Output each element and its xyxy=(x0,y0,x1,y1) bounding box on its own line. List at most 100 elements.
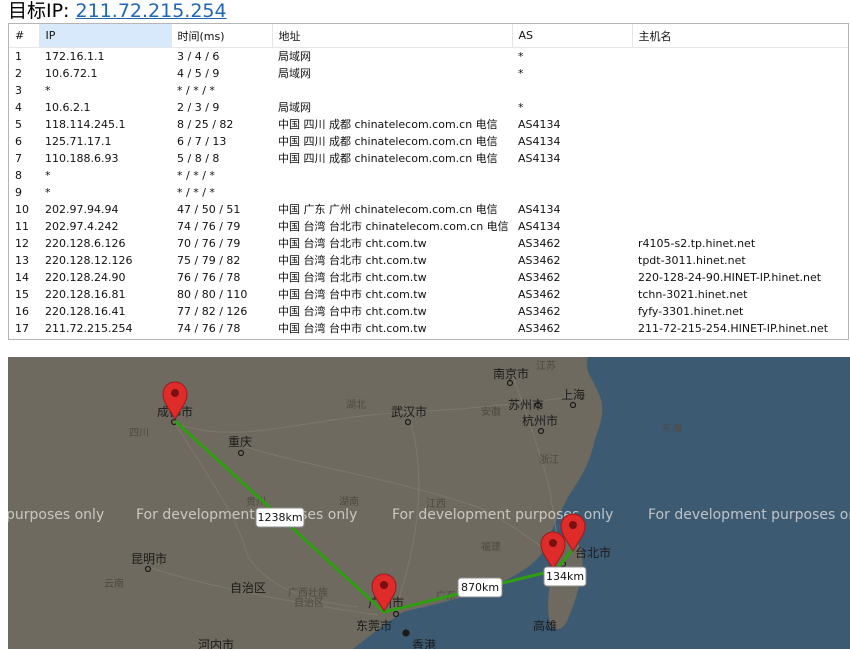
hop-address-cell xyxy=(272,82,512,99)
hop-address-cell: 中国 四川 成都 chinatelecom.com.cn 电信 xyxy=(278,118,498,131)
table-row[interactable]: 6 125.71.17.1 6 / 7 / 13 中国 四川 成都 chinatele… xyxy=(9,133,848,150)
table-row[interactable]: 8 * * / * / * xyxy=(9,167,848,184)
hop-as-cell: AS4134 xyxy=(518,220,561,233)
column-header-as[interactable]: AS xyxy=(512,24,633,48)
hop-address-cell xyxy=(272,167,512,184)
hop-number-cell: 16 xyxy=(15,305,29,318)
hop-ip-cell: 220.128.16.81 xyxy=(45,288,126,301)
hop-hostname-cell: fyfy-3301.hinet.net xyxy=(638,305,744,318)
column-header-time[interactable]: 时间(ms) xyxy=(171,24,273,48)
svg-text:134km: 134km xyxy=(546,570,584,583)
hop-ip-cell: 220.128.16.41 xyxy=(45,305,126,318)
table-row[interactable]: 2 10.6.72.1 4 / 5 / 9 局域网 * xyxy=(9,65,848,82)
hop-address-cell xyxy=(272,184,512,201)
hop-address-cell: 中国 台湾 台北市 chinatelecom.com.cn 电信 xyxy=(278,220,509,233)
hop-as-cell: * xyxy=(518,50,524,63)
hop-number-cell: 2 xyxy=(15,67,22,80)
hop-ip-cell: 211.72.215.254 xyxy=(45,322,133,335)
target-ip-label: 目标IP: xyxy=(8,0,70,22)
hop-as-cell xyxy=(512,167,632,184)
table-row[interactable]: 3 * * / * / * xyxy=(9,82,848,99)
city-label: 杭州市 xyxy=(522,413,558,428)
table-row[interactable]: 16 220.128.16.41 77 / 82 / 126 中国 台湾 台中市 ch… xyxy=(9,303,848,320)
hop-time-cell: 80 / 80 / 110 xyxy=(177,288,248,301)
hop-time-cell: 3 / 4 / 6 xyxy=(177,50,220,63)
hop-ip-cell: 172.16.1.1 xyxy=(45,50,105,63)
hop-time-cell: 5 / 8 / 8 xyxy=(177,152,220,165)
hop-hostname-cell: tpdt-3011.hinet.net xyxy=(638,254,746,267)
city-label: 重庆 xyxy=(228,435,252,449)
column-header-address[interactable]: 地址 xyxy=(272,24,513,48)
table-row[interactable]: 11 202.97.4.242 74 / 76 / 79 中国 台湾 台北市 chin… xyxy=(9,218,848,235)
hop-hostname-cell xyxy=(632,116,848,133)
region-label: 自治区 xyxy=(294,596,324,609)
hop-address-cell: 中国 四川 成都 chinatelecom.com.cn 电信 xyxy=(278,135,498,148)
hop-ip-cell: 220.128.24.90 xyxy=(45,271,126,284)
svg-text:870km: 870km xyxy=(461,581,499,594)
city-label: 东莞市 xyxy=(356,618,392,633)
table-row[interactable]: 5 118.114.245.1 8 / 25 / 82 中国 四川 成都 chinat… xyxy=(9,116,848,133)
hop-address-cell: 中国 四川 成都 chinatelecom.com.cn 电信 xyxy=(278,152,498,165)
hop-hostname-cell: 211-72-215-254.HINET-IP.hinet.net xyxy=(638,322,829,335)
hop-hostname-cell xyxy=(632,167,848,184)
table-row[interactable]: 17 211.72.215.254 74 / 76 / 78 中国 台湾 台中市 ch… xyxy=(9,320,848,337)
hop-number-cell: 13 xyxy=(15,254,29,267)
hop-hostname-cell xyxy=(632,201,848,218)
city-label: 香港 xyxy=(412,638,436,649)
hop-number-cell: 15 xyxy=(15,288,29,301)
table-row[interactable]: 12 220.128.6.126 70 / 76 / 79 中国 台湾 台北市 cht… xyxy=(9,235,848,252)
table-row[interactable]: 10 202.97.94.94 47 / 50 / 51 中国 广东 广州 china… xyxy=(9,201,848,218)
column-header-hostname[interactable]: 主机名 xyxy=(632,24,848,48)
region-label: 浙江 xyxy=(539,454,559,466)
hop-time-cell: * / * / * xyxy=(177,84,215,97)
column-header-ip[interactable]: IP xyxy=(39,24,172,48)
hop-as-cell: AS3462 xyxy=(518,322,561,335)
hop-time-cell: 47 / 50 / 51 xyxy=(177,203,241,216)
distance-label-chengdu-guangzhou: 1238km xyxy=(255,507,305,528)
hop-address-cell: 中国 广东 广州 chinatelecom.com.cn 电信 xyxy=(278,203,498,216)
hop-as-cell: AS4134 xyxy=(518,118,561,131)
table-row[interactable]: 7 110.188.6.93 5 / 8 / 8 中国 四川 成都 chinatele… xyxy=(9,150,848,167)
city-label: 高雄 xyxy=(533,618,557,633)
hop-as-cell: AS3462 xyxy=(518,254,561,267)
route-map[interactable]: purposes only For development purposes o… xyxy=(8,357,850,649)
region-label: 安徽 xyxy=(481,405,501,418)
city-label: 武汉市 xyxy=(391,404,427,419)
hop-as-cell: * xyxy=(518,67,524,80)
watermark-text: purposes only xyxy=(8,507,104,523)
hop-as-cell: AS4134 xyxy=(518,203,561,216)
hop-hostname-cell xyxy=(632,65,848,82)
hop-hostname-cell: tchn-3021.hinet.net xyxy=(638,288,748,301)
hop-ip-cell: 202.97.94.94 xyxy=(45,203,119,216)
hop-address-cell: 局域网 xyxy=(278,50,311,63)
hop-ip-cell: 118.114.245.1 xyxy=(45,118,126,131)
city-label: 河内市 xyxy=(198,637,234,649)
city-label: 南京市 xyxy=(493,366,529,381)
hop-number-cell: 5 xyxy=(15,118,22,131)
watermark-text: For development purposes only xyxy=(648,507,850,523)
hop-ip-cell: 110.188.6.93 xyxy=(45,152,119,165)
hop-hostname-cell xyxy=(632,133,848,150)
hop-hostname-cell xyxy=(632,218,848,235)
column-header-hop[interactable]: # xyxy=(9,24,40,48)
hop-address-cell: 局域网 xyxy=(278,67,311,80)
hop-hostname-cell: r4105-s2.tp.hinet.net xyxy=(638,237,756,250)
hop-hostname-cell xyxy=(632,48,848,66)
table-row[interactable]: 15 220.128.16.81 80 / 80 / 110 中国 台湾 台中市 ch… xyxy=(9,286,848,303)
table-header-row: # IP 时间(ms) 地址 AS 主机名 xyxy=(9,24,848,48)
hop-time-cell: 75 / 79 / 82 xyxy=(177,254,241,267)
table-row[interactable]: 14 220.128.24.90 76 / 76 / 78 中国 台湾 台北市 cht… xyxy=(9,269,848,286)
hop-as-cell: AS3462 xyxy=(518,271,561,284)
hop-number-cell: 14 xyxy=(15,271,29,284)
table-row[interactable]: 9 * * / * / * xyxy=(9,184,848,201)
table-row[interactable]: 4 10.6.2.1 2 / 3 / 9 局域网 * xyxy=(9,99,848,116)
traceroute-table: # IP 时间(ms) 地址 AS 主机名 1 172.16.1.1 3 / 4 /… xyxy=(9,24,848,337)
table-row[interactable]: 1 172.16.1.1 3 / 4 / 6 局域网 * xyxy=(9,48,848,66)
target-ip-link[interactable]: 211.72.215.254 xyxy=(76,0,227,22)
hop-hostname-cell xyxy=(632,99,848,116)
hop-time-cell: 74 / 76 / 79 xyxy=(177,220,241,233)
distance-label-guangzhou-taiwan: 870km xyxy=(457,577,503,598)
table-row[interactable]: 13 220.128.12.126 75 / 79 / 82 中国 台湾 台北市 ch… xyxy=(9,252,848,269)
hop-number-cell: 7 xyxy=(15,152,22,165)
region-label: 江苏 xyxy=(536,359,556,372)
